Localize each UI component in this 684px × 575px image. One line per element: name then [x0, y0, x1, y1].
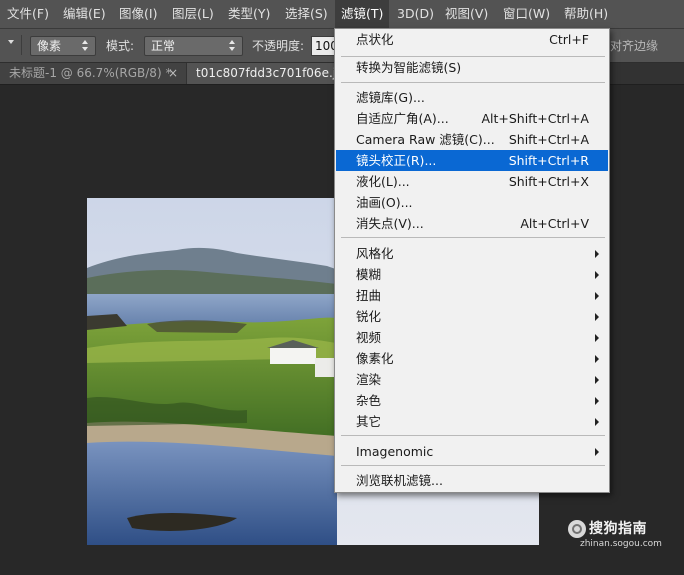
menu-item-convert-smart-filter[interactable]: 转换为智能滤镜(S) — [336, 57, 608, 78]
menu-item-blur[interactable]: 模糊 — [336, 264, 608, 285]
menu-view[interactable]: 视图(V) — [439, 0, 494, 28]
filter-menu: 点状化 Ctrl+F 转换为智能滤镜(S) 滤镜库(G)... 自适应广角(A)… — [334, 28, 610, 493]
submenu-arrow-icon — [595, 334, 599, 342]
menu-item-adaptive-wide-angle[interactable]: 自适应广角(A)... Alt+Shift+Ctrl+A — [336, 108, 608, 129]
menu-3d[interactable]: 3D(D) — [391, 0, 440, 28]
menu-divider — [341, 435, 605, 436]
tab-photo-jpg[interactable]: t01c807fdd3c701f06e.jpg — [187, 63, 335, 84]
blend-mode-select[interactable]: 正常 — [144, 36, 243, 56]
menu-item-sharpen[interactable]: 锐化 — [336, 306, 608, 327]
menu-item-oil-paint[interactable]: 油画(O)... — [336, 192, 608, 213]
menu-type[interactable]: 类型(Y) — [222, 0, 276, 28]
tab-untitled-1[interactable]: 未标题-1 @ 66.7%(RGB/8) * × — [0, 63, 186, 84]
menu-item-filter-gallery[interactable]: 滤镜库(G)... — [336, 87, 608, 108]
menu-divider — [341, 465, 605, 466]
watermark-url: zhinan.sogou.com — [580, 539, 662, 549]
menu-item-render[interactable]: 渲染 — [336, 369, 608, 390]
menu-help[interactable]: 帮助(H) — [558, 0, 614, 28]
menu-file[interactable]: 文件(F) — [1, 0, 55, 28]
menu-bar: 文件(F) 编辑(E) 图像(I) 图层(L) 类型(Y) 选择(S) 滤镜(T… — [0, 0, 684, 29]
submenu-arrow-icon — [595, 271, 599, 279]
menu-item-stylize[interactable]: 风格化 — [336, 243, 608, 264]
mode-label: 模式: — [106, 39, 135, 53]
menu-divider — [341, 237, 605, 238]
close-tab-icon[interactable]: × — [168, 63, 178, 84]
menu-item-last-filter[interactable]: 点状化 Ctrl+F — [336, 29, 608, 50]
separator — [21, 35, 22, 55]
select-arrows-icon — [229, 39, 237, 53]
menu-item-browse-online-filters[interactable]: 浏览联机滤镜... — [336, 470, 608, 491]
opacity-label: 不透明度: — [252, 39, 305, 53]
submenu-arrow-icon — [595, 313, 599, 321]
tab-label: 未标题-1 @ 66.7%(RGB/8) * — [9, 66, 172, 80]
menu-item-imagenomic[interactable]: Imagenomic — [336, 441, 608, 462]
menu-select[interactable]: 选择(S) — [279, 0, 334, 28]
submenu-arrow-icon — [595, 448, 599, 456]
menu-item-noise[interactable]: 杂色 — [336, 390, 608, 411]
menu-layer[interactable]: 图层(L) — [166, 0, 220, 28]
tab-label: t01c807fdd3c701f06e.jpg — [196, 66, 335, 80]
watermark-brand: 搜狗指南 — [589, 521, 647, 537]
blend-mode-value: 正常 — [151, 39, 176, 53]
align-edges-label[interactable]: 对齐边缘 — [610, 36, 658, 56]
menu-item-distort[interactable]: 扭曲 — [336, 285, 608, 306]
watermark: 搜狗指南 zhinan.sogou.com — [568, 518, 680, 554]
submenu-arrow-icon — [595, 418, 599, 426]
submenu-arrow-icon — [595, 292, 599, 300]
submenu-arrow-icon — [595, 376, 599, 384]
submenu-arrow-icon — [595, 397, 599, 405]
menu-item-liquify[interactable]: 液化(L)... Shift+Ctrl+X — [336, 171, 608, 192]
menu-item-pixelate[interactable]: 像素化 — [336, 348, 608, 369]
select-arrows-icon — [82, 39, 90, 53]
menu-item-other[interactable]: 其它 — [336, 411, 608, 432]
menu-image[interactable]: 图像(I) — [113, 0, 163, 28]
menu-filter[interactable]: 滤镜(T) — [335, 0, 390, 28]
menu-item-vanishing-point[interactable]: 消失点(V)... Alt+Ctrl+V — [336, 213, 608, 234]
submenu-arrow-icon — [595, 355, 599, 363]
unit-select[interactable]: 像素 — [30, 36, 96, 56]
menu-item-video[interactable]: 视频 — [336, 327, 608, 348]
tool-preset-arrow-icon[interactable] — [8, 40, 14, 44]
menu-window[interactable]: 窗口(W) — [497, 0, 556, 28]
menu-divider — [341, 82, 605, 83]
unit-select-value: 像素 — [37, 39, 62, 53]
submenu-arrow-icon — [595, 250, 599, 258]
menu-item-camera-raw[interactable]: Camera Raw 滤镜(C)... Shift+Ctrl+A — [336, 129, 608, 150]
menu-edit[interactable]: 编辑(E) — [57, 0, 112, 28]
sogou-logo-icon — [568, 520, 586, 538]
menu-item-lens-correction[interactable]: 镜头校正(R)... Shift+Ctrl+R — [336, 150, 608, 171]
